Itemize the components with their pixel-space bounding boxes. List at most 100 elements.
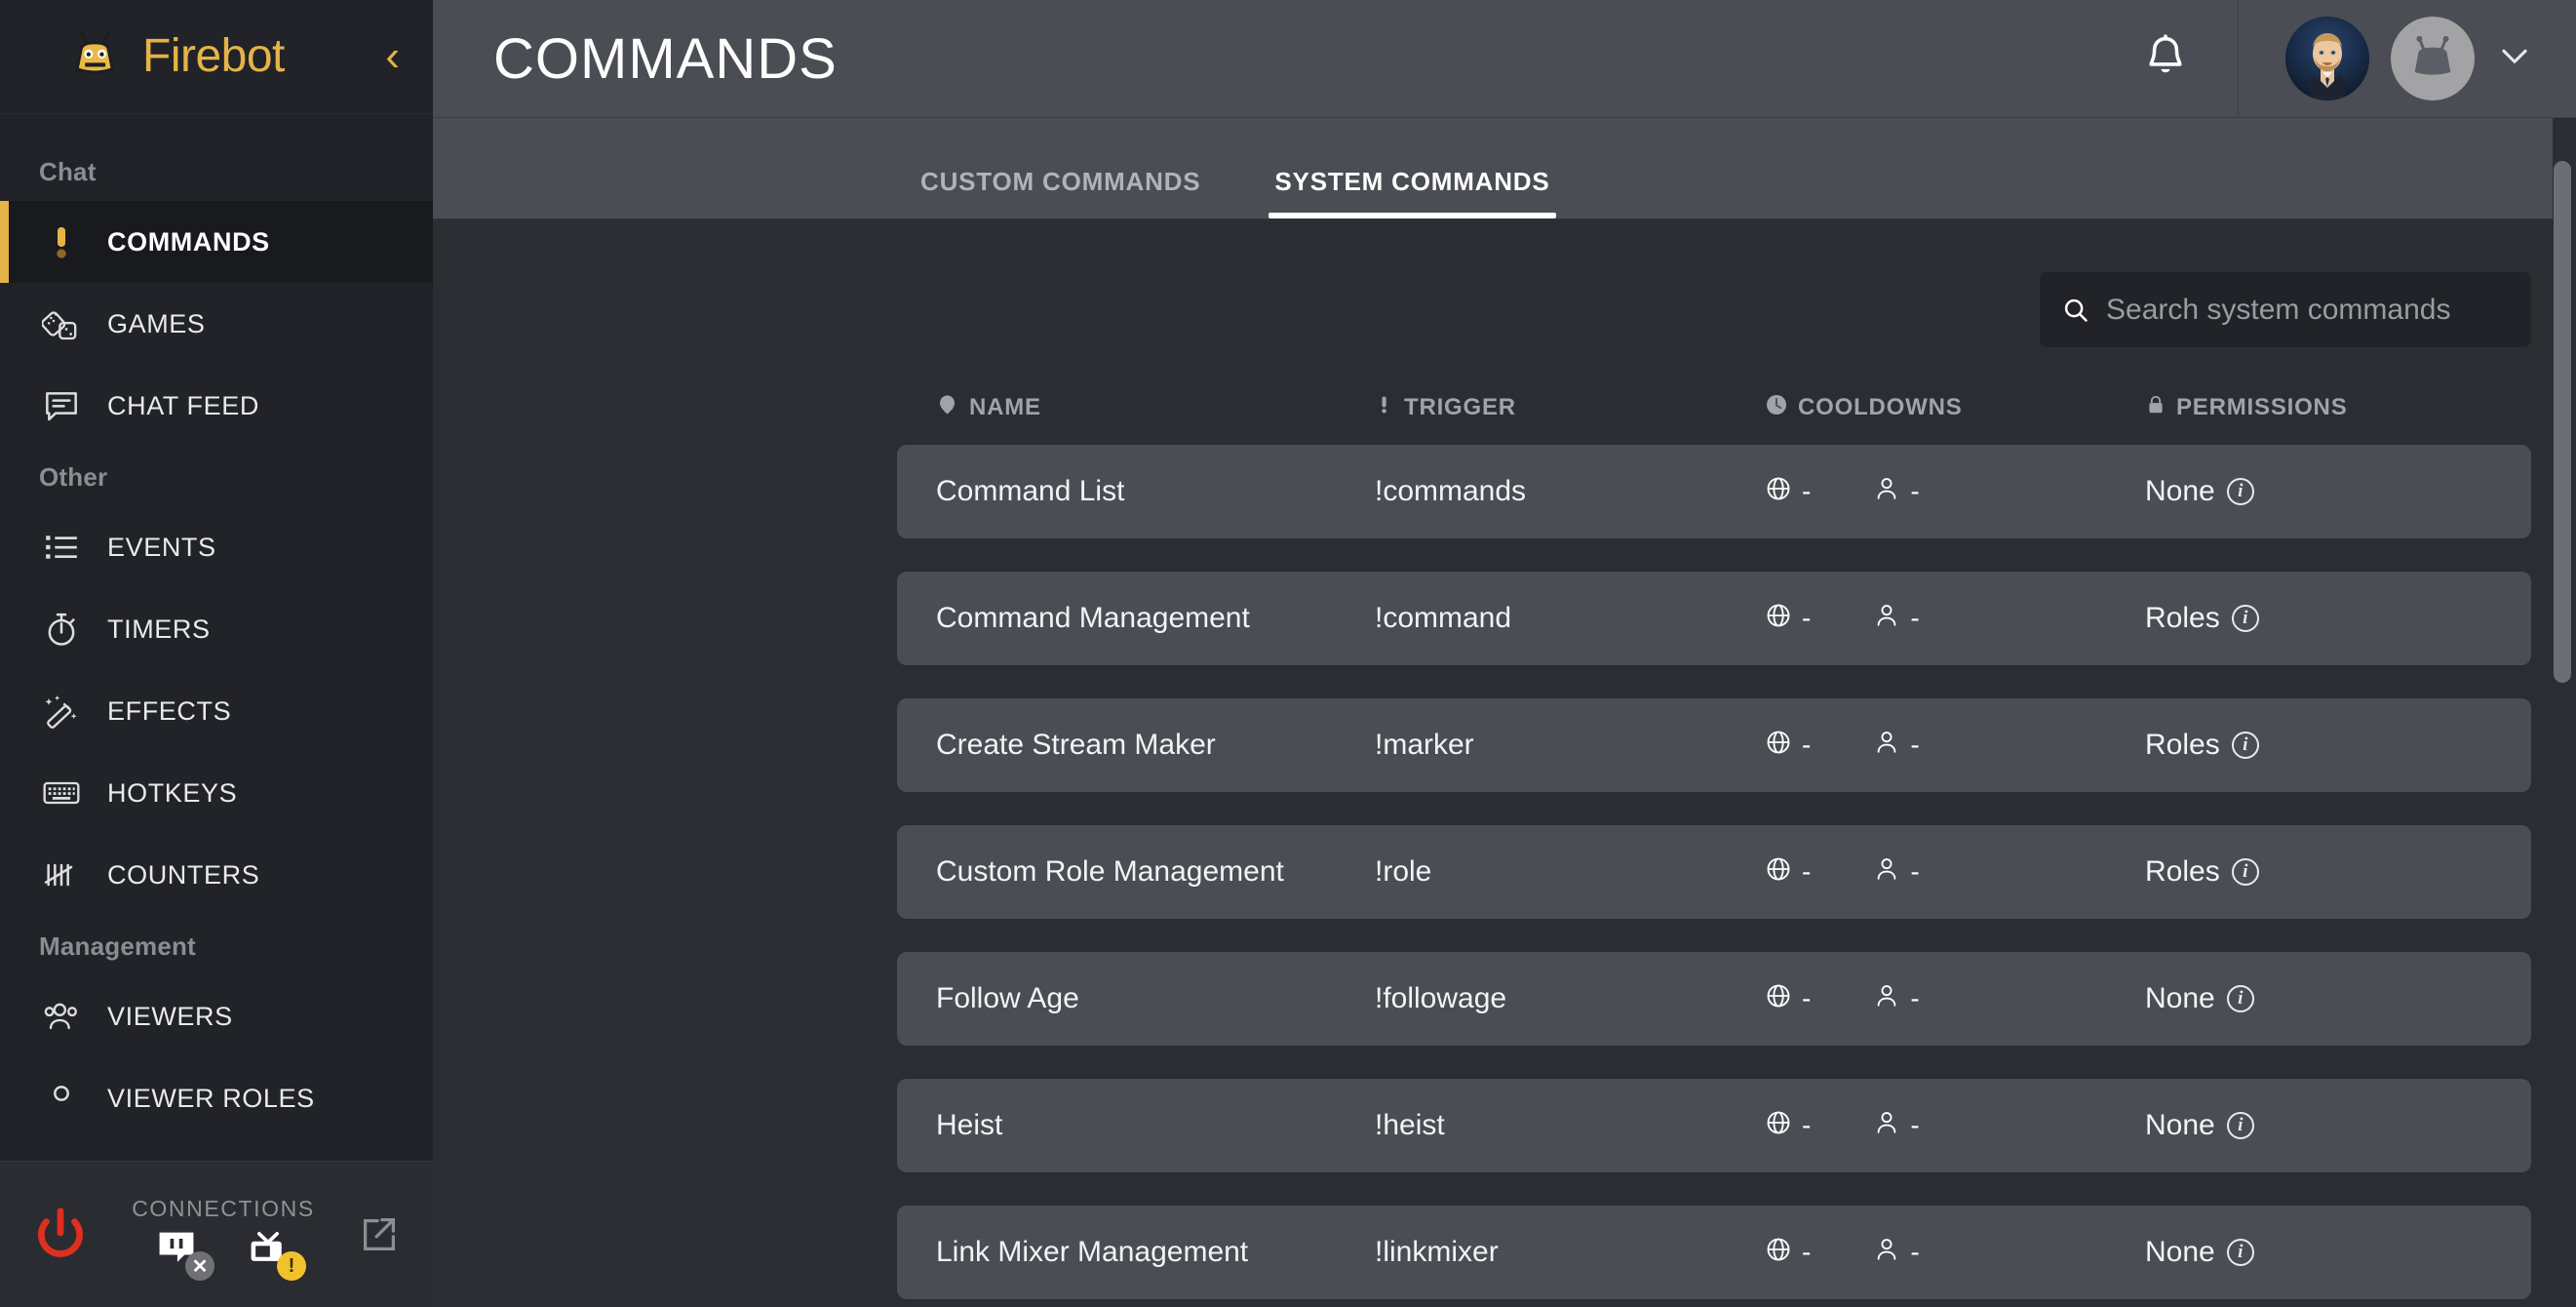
user-icon — [1873, 1109, 1900, 1143]
sidebar-item-commands[interactable]: COMMANDS — [0, 201, 433, 283]
globe-icon — [1765, 982, 1792, 1016]
globe-icon — [1765, 855, 1792, 890]
content-scrollbar-track[interactable] — [2553, 118, 2576, 1307]
content-scrollbar-thumb[interactable] — [2554, 161, 2571, 683]
cell-permissions: None i — [2145, 982, 2564, 1015]
globe-icon — [1765, 1109, 1792, 1143]
user-cooldown-value: - — [1910, 1110, 1920, 1140]
cell-name: Create Stream Maker — [936, 729, 1216, 761]
sidebar-item-games[interactable]: GAMES — [0, 283, 433, 365]
cell-cooldowns: - - — [1765, 475, 2145, 509]
user-cooldown: - — [1873, 602, 1920, 636]
external-link-icon[interactable] — [357, 1211, 404, 1258]
global-cooldown: - — [1765, 1109, 1811, 1143]
stream-icon[interactable]: ! — [244, 1228, 306, 1281]
table-row[interactable]: Heist !heist - - None i — [897, 1079, 2576, 1172]
notifications-button[interactable] — [2092, 0, 2239, 118]
exclamation-icon — [39, 219, 84, 264]
search-system-commands-box[interactable] — [2040, 272, 2531, 347]
column-header-cooldowns[interactable]: COOLDOWNS — [1765, 393, 2145, 423]
sidebar-item-timers[interactable]: TIMERS — [0, 588, 433, 670]
search-icon — [2061, 296, 2090, 325]
chat-bubble-icon — [39, 383, 84, 428]
global-cooldown: - — [1765, 729, 1811, 763]
column-header-label: NAME — [969, 394, 1041, 420]
column-header-label: TRIGGER — [1404, 394, 1516, 420]
sidebar-item-counters[interactable]: COUNTERS — [0, 834, 433, 916]
cell-permissions: Roles i — [2145, 855, 2564, 889]
info-icon[interactable]: i — [2231, 605, 2259, 632]
column-header-permissions[interactable]: PERMISSIONS — [2145, 393, 2564, 423]
info-icon[interactable]: i — [2226, 985, 2254, 1012]
global-cooldown-value: - — [1802, 1110, 1812, 1140]
sidebar-item-effects[interactable]: EFFECTS — [0, 670, 433, 752]
sidebar-item-label: VIEWER ROLES — [107, 1083, 315, 1113]
info-icon[interactable]: i — [2226, 478, 2254, 505]
connections-label: CONNECTIONS — [132, 1196, 315, 1221]
cell-trigger: !command — [1375, 602, 1512, 634]
user-cooldown-value: - — [1910, 603, 1920, 633]
globe-icon — [1765, 729, 1792, 763]
cell-trigger: !heist — [1375, 1109, 1445, 1141]
table-row[interactable]: Command Management !command - - Roles i — [897, 572, 2576, 665]
info-icon[interactable]: i — [2231, 858, 2259, 886]
user-cooldown: - — [1873, 1109, 1920, 1143]
chevron-down-icon[interactable] — [2496, 37, 2533, 80]
app-root: Firebot ‹ Chat COMMANDS GAMES CHAT FEED … — [0, 0, 2576, 1307]
cell-permissions: None i — [2145, 475, 2564, 508]
global-cooldown: - — [1765, 982, 1811, 1016]
user-icon — [1873, 729, 1900, 763]
sidebar-item-events[interactable]: EVENTS — [0, 506, 433, 588]
permissions-value: None — [2145, 475, 2215, 507]
search-input[interactable] — [2106, 293, 2510, 327]
cell-cooldowns: - - — [1765, 1109, 2145, 1143]
tab-system-commands[interactable]: SYSTEM COMMANDS — [1268, 167, 1556, 218]
cell-trigger: !role — [1375, 855, 1432, 888]
sidebar-nav[interactable]: Chat COMMANDS GAMES CHAT FEED Other EVEN… — [0, 114, 433, 1161]
table-row[interactable]: Custom Role Management !role - - Roles i — [897, 825, 2576, 919]
table-row[interactable]: Command List !commands - - None i — [897, 445, 2576, 538]
tab-custom-commands[interactable]: CUSTOM COMMANDS — [915, 167, 1206, 218]
cell-trigger: !marker — [1375, 729, 1474, 761]
column-header-name[interactable]: NAME — [936, 393, 1375, 423]
account-menu[interactable] — [2239, 0, 2576, 118]
connection-icons: ✕ ! — [152, 1228, 306, 1281]
sidebar-item-chat-feed[interactable]: CHAT FEED — [0, 365, 433, 447]
info-icon[interactable]: i — [2226, 1112, 2254, 1139]
table-row[interactable]: Create Stream Maker !marker - - Roles i — [897, 698, 2576, 792]
permissions-value: None — [2145, 982, 2215, 1014]
user-cooldown-value: - — [1910, 476, 1920, 506]
sidebar-item-hotkeys[interactable]: HOTKEYS — [0, 752, 433, 834]
user-cooldown-value: - — [1910, 856, 1920, 887]
sidebar-item-viewers[interactable]: VIEWERS — [0, 975, 433, 1057]
cell-permissions: Roles i — [2145, 602, 2564, 635]
power-icon[interactable] — [23, 1198, 98, 1272]
cell-name: Heist — [936, 1109, 1003, 1141]
stopwatch-icon — [39, 607, 84, 652]
collapse-sidebar-icon[interactable]: ‹ — [375, 35, 400, 78]
permissions-value: Roles — [2145, 729, 2220, 761]
firebot-logo-icon — [68, 28, 125, 85]
global-cooldown-value: - — [1802, 1237, 1812, 1267]
info-icon[interactable]: i — [2231, 732, 2259, 759]
brand[interactable]: Firebot — [68, 28, 375, 85]
keyboard-icon — [39, 771, 84, 815]
cell-trigger: !commands — [1375, 475, 1527, 507]
cell-name: Command List — [936, 475, 1125, 507]
twitch-chat-icon[interactable]: ✕ — [152, 1228, 215, 1281]
sidebar-footer: CONNECTIONS ✕ ! — [0, 1161, 433, 1307]
search-row — [897, 219, 2531, 347]
user-avatar[interactable] — [2285, 17, 2369, 100]
brand-name: Firebot — [142, 30, 285, 82]
sidebar-item-label: CHAT FEED — [107, 390, 259, 420]
table-row[interactable]: Follow Age !followage - - None i — [897, 952, 2576, 1046]
cell-trigger: !followage — [1375, 982, 1507, 1014]
magic-wand-icon — [39, 689, 84, 733]
exclamation-icon — [1375, 393, 1394, 423]
info-icon[interactable]: i — [2226, 1239, 2254, 1266]
bot-avatar[interactable] — [2391, 17, 2475, 100]
sidebar-item-viewer-roles[interactable]: VIEWER ROLES — [0, 1057, 433, 1139]
sidebar-item-label: VIEWERS — [107, 1001, 233, 1031]
column-header-trigger[interactable]: TRIGGER — [1375, 393, 1765, 423]
table-row[interactable]: Link Mixer Management !linkmixer - - Non… — [897, 1206, 2576, 1299]
